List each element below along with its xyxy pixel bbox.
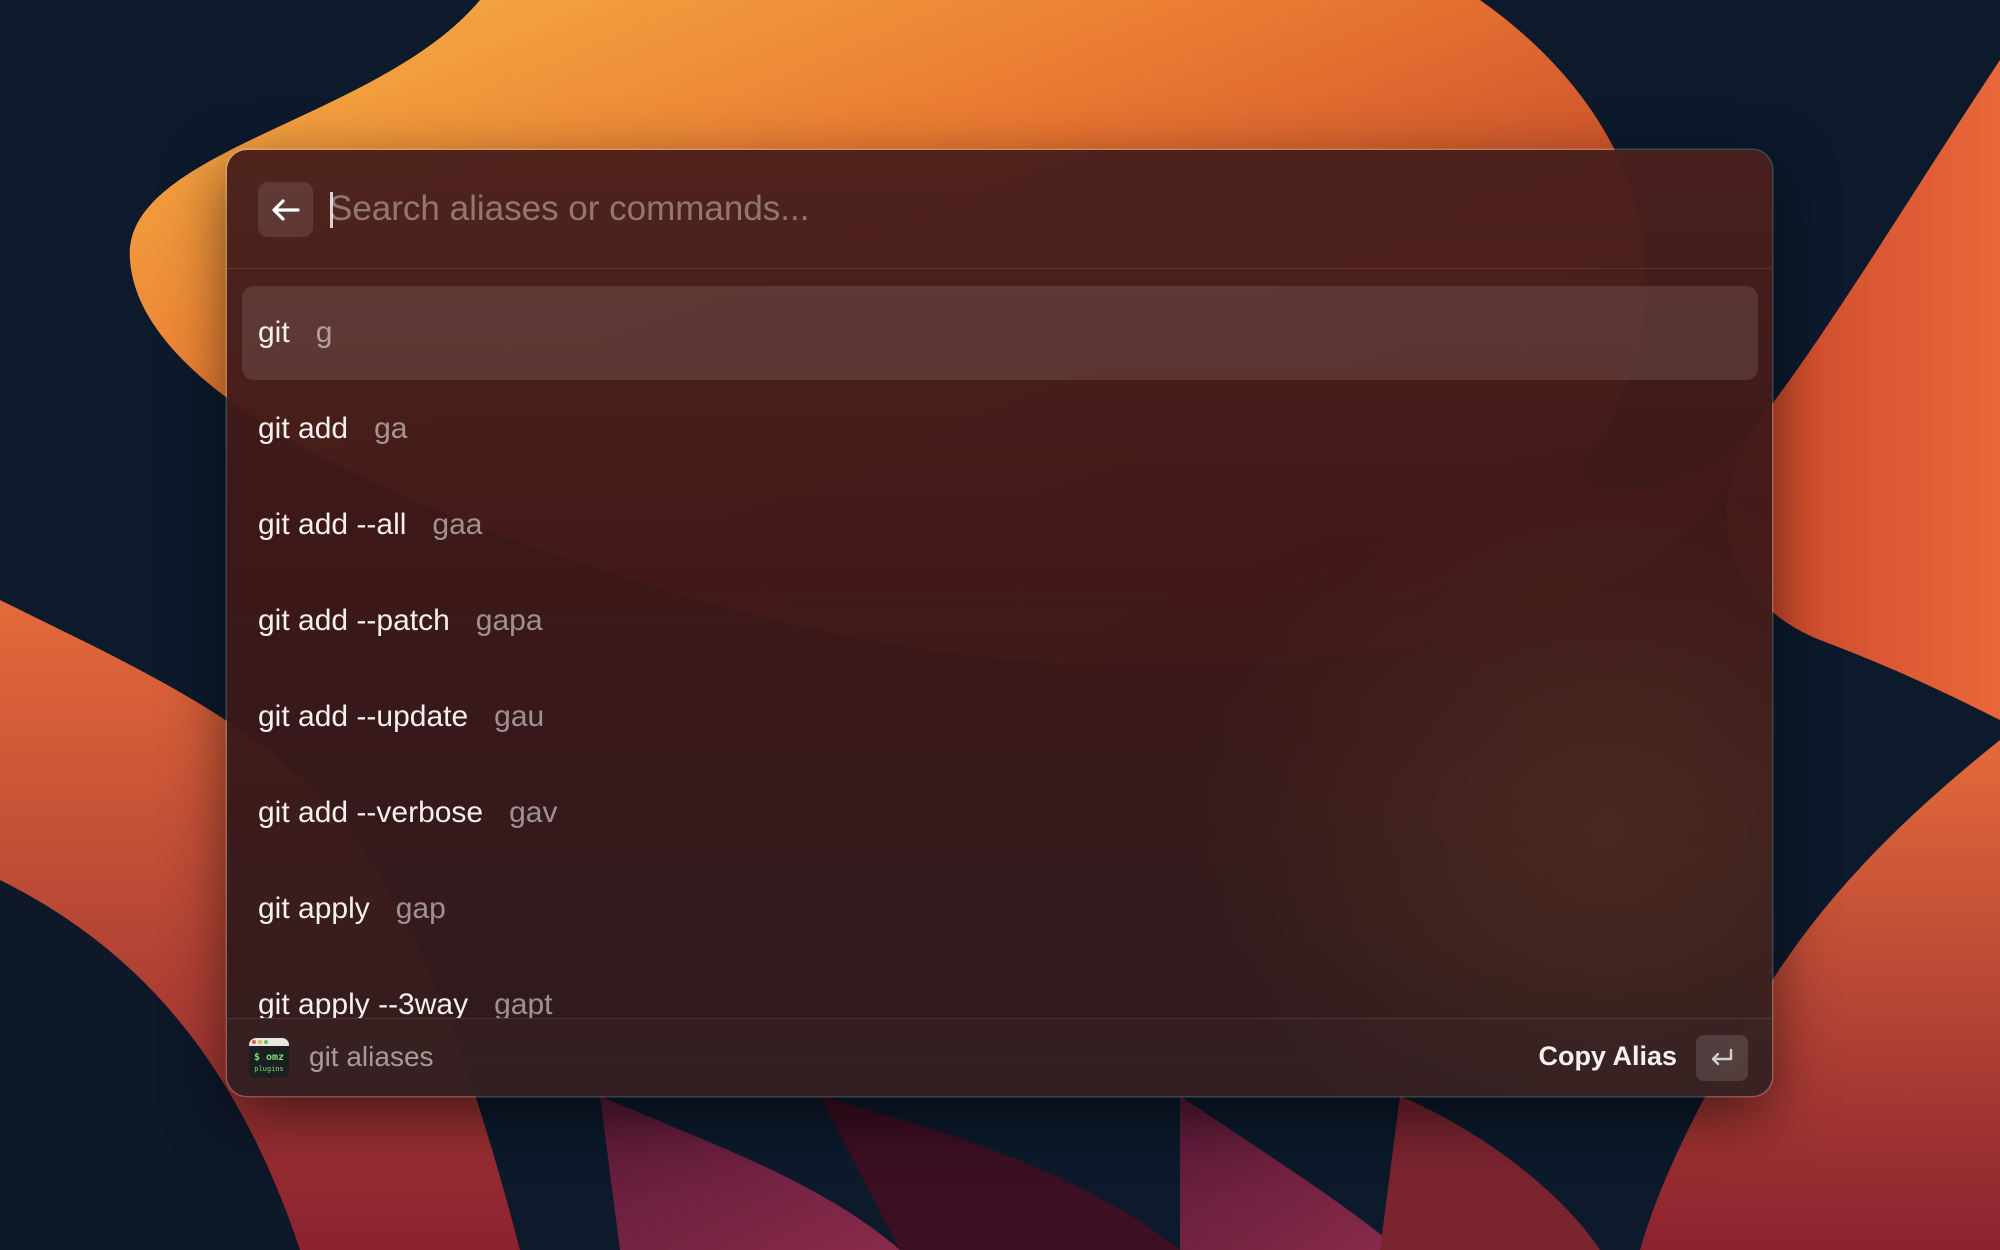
item-alias: gapt (494, 988, 553, 1018)
item-command: git apply (258, 892, 370, 925)
enter-key-button[interactable] (1696, 1035, 1748, 1081)
item-command: git add --verbose (258, 796, 484, 829)
item-command: git apply --3way (258, 988, 469, 1018)
item-alias: gau (494, 700, 545, 733)
item-command: git (258, 316, 290, 349)
list-item[interactable]: git add --patch gapa (242, 574, 1758, 668)
item-command: git add (258, 412, 349, 445)
list-item[interactable]: git apply --3way gapt (242, 958, 1758, 1018)
list-item[interactable]: git add --update gau (242, 670, 1758, 764)
list-item[interactable]: git add --verbose gav (242, 766, 1758, 860)
list-item[interactable]: git g (242, 286, 1758, 380)
list-item[interactable]: git apply gap (242, 862, 1758, 956)
search-bar (227, 150, 1772, 269)
item-alias: g (315, 316, 333, 349)
copy-alias-action[interactable]: Copy Alias (1538, 1041, 1677, 1072)
extension-title: git aliases (309, 1041, 434, 1072)
arrow-left-icon (271, 198, 300, 221)
item-alias: gaa (432, 508, 483, 541)
results-list: git g git add ga git add --all gaa git a… (227, 270, 1772, 1018)
back-button[interactable] (258, 182, 313, 237)
item-command: git add --all (258, 508, 407, 541)
terminal-icon: $ omz plugins (249, 1038, 289, 1078)
item-alias: gap (395, 892, 446, 925)
item-command: git add --patch (258, 604, 450, 637)
text-cursor (330, 192, 333, 228)
omz-plugins-icon: $ omz plugins (249, 1038, 289, 1078)
list-item[interactable]: git add --all gaa (242, 478, 1758, 572)
action-bar: $ omz plugins git aliases Copy Alias (227, 1018, 1772, 1096)
item-command: git add --update (258, 700, 469, 733)
item-alias: gapa (475, 604, 543, 637)
item-alias: ga (374, 412, 408, 445)
return-key-icon (1711, 1048, 1733, 1066)
item-alias: gav (509, 796, 558, 829)
search-input[interactable] (329, 178, 1709, 240)
icon-line2: plugins (254, 1065, 284, 1073)
list-item[interactable]: git add ga (242, 382, 1758, 476)
launcher-window: git g git add ga git add --all gaa git a… (227, 150, 1772, 1096)
desktop: git g git add ga git add --all gaa git a… (0, 0, 2000, 1250)
icon-line1: $ omz (254, 1052, 284, 1063)
